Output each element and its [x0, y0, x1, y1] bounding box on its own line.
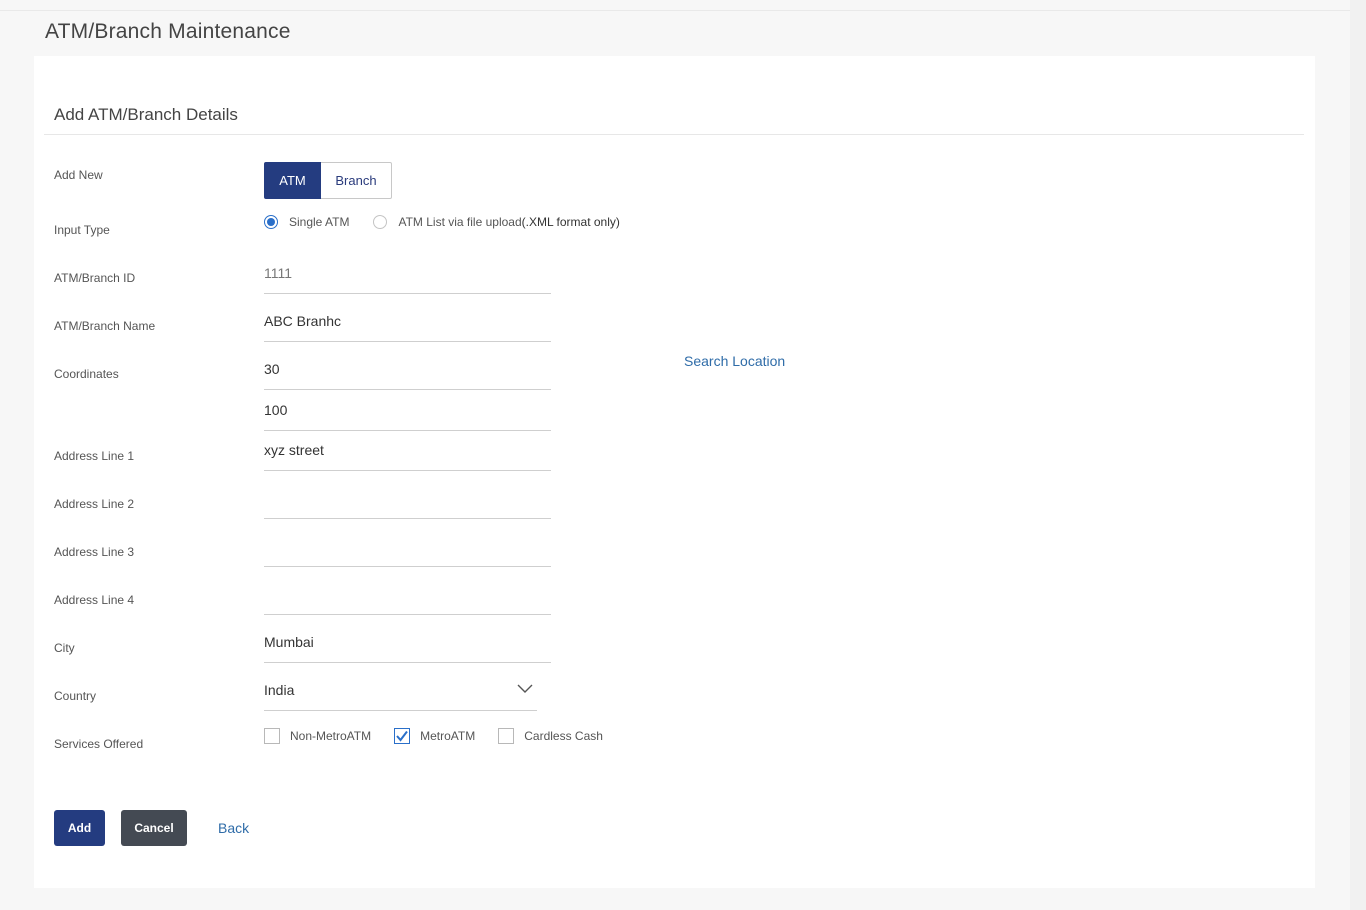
latitude-value: 30: [264, 361, 280, 377]
search-location-link[interactable]: Search Location: [684, 353, 785, 369]
country-value: India: [264, 682, 295, 698]
city-label: City: [54, 641, 75, 655]
atm-branch-name-field[interactable]: ABC Branhc: [264, 308, 551, 342]
country-label: Country: [54, 689, 97, 703]
coordinates-label: Coordinates: [54, 367, 119, 381]
cancel-button[interactable]: Cancel: [121, 810, 187, 846]
metro-atm-label: MetroATM: [420, 729, 476, 743]
atm-branch-id-field[interactable]: 1111: [264, 260, 551, 294]
longitude-field[interactable]: 100: [264, 397, 551, 431]
section-divider: [44, 134, 1304, 135]
address-line-4-label: Address Line 4: [54, 593, 135, 607]
latitude-field[interactable]: 30: [264, 356, 551, 390]
file-upload-label-text: ATM List via file upload: [398, 215, 522, 229]
address-line-3-label: Address Line 3: [54, 545, 135, 559]
atm-branch-id-label: ATM/Branch ID: [54, 271, 136, 285]
non-metro-atm-label: Non-MetroATM: [290, 729, 372, 743]
metro-atm-checkbox[interactable]: [394, 728, 411, 744]
address-line-1-value: xyz street: [264, 442, 324, 458]
add-new-label: Add New: [54, 168, 103, 182]
section-title: Add ATM/Branch Details: [54, 105, 238, 124]
address-line-3-field[interactable]: [264, 533, 551, 567]
page-scrollbar[interactable]: [1350, 0, 1366, 910]
page-title: ATM/Branch Maintenance: [45, 20, 291, 43]
top-border: [0, 10, 1350, 11]
input-type-label: Input Type: [54, 223, 110, 237]
file-upload-radio-label: ATM List via file upload(.XML format onl…: [398, 215, 619, 229]
add-button[interactable]: Add: [54, 810, 105, 846]
form-card: Add ATM/Branch Details Add New ATM Branc…: [34, 56, 1315, 888]
services-checkbox-group: Non-MetroATM MetroATM Cardless Cash: [264, 728, 626, 744]
atm-branch-name-value: ABC Branhc: [264, 313, 342, 329]
single-atm-radio[interactable]: [264, 215, 278, 229]
atm-branch-name-label: ATM/Branch Name: [54, 319, 156, 333]
services-offered-label: Services Offered: [54, 737, 144, 751]
checkmark-icon: [396, 730, 408, 742]
add-new-toggle: ATM Branch: [264, 162, 392, 199]
address-line-4-field[interactable]: [264, 581, 551, 615]
country-select[interactable]: India: [264, 676, 537, 711]
address-line-2-label: Address Line 2: [54, 497, 135, 511]
branch-toggle-button[interactable]: Branch: [321, 162, 392, 199]
file-upload-format-note: (.XML format only): [521, 215, 620, 229]
address-line-2-field[interactable]: [264, 485, 551, 519]
address-line-1-label: Address Line 1: [54, 449, 135, 463]
chevron-down-icon: [517, 684, 533, 693]
atm-branch-id-value: 1111: [264, 265, 293, 281]
city-field[interactable]: Mumbai: [264, 629, 551, 663]
cardless-cash-checkbox[interactable]: [498, 728, 515, 744]
address-line-1-field[interactable]: xyz street: [264, 437, 551, 471]
longitude-value: 100: [264, 402, 288, 418]
atm-toggle-button[interactable]: ATM: [264, 162, 321, 199]
non-metro-atm-checkbox[interactable]: [264, 728, 280, 744]
file-upload-radio[interactable]: [373, 215, 388, 229]
back-link[interactable]: Back: [218, 820, 249, 836]
city-value: Mumbai: [264, 634, 314, 650]
single-atm-radio-label: Single ATM: [289, 215, 350, 229]
input-type-radio-group: Single ATM ATM List via file upload(.XML…: [264, 215, 620, 229]
cardless-cash-label: Cardless Cash: [524, 729, 603, 743]
